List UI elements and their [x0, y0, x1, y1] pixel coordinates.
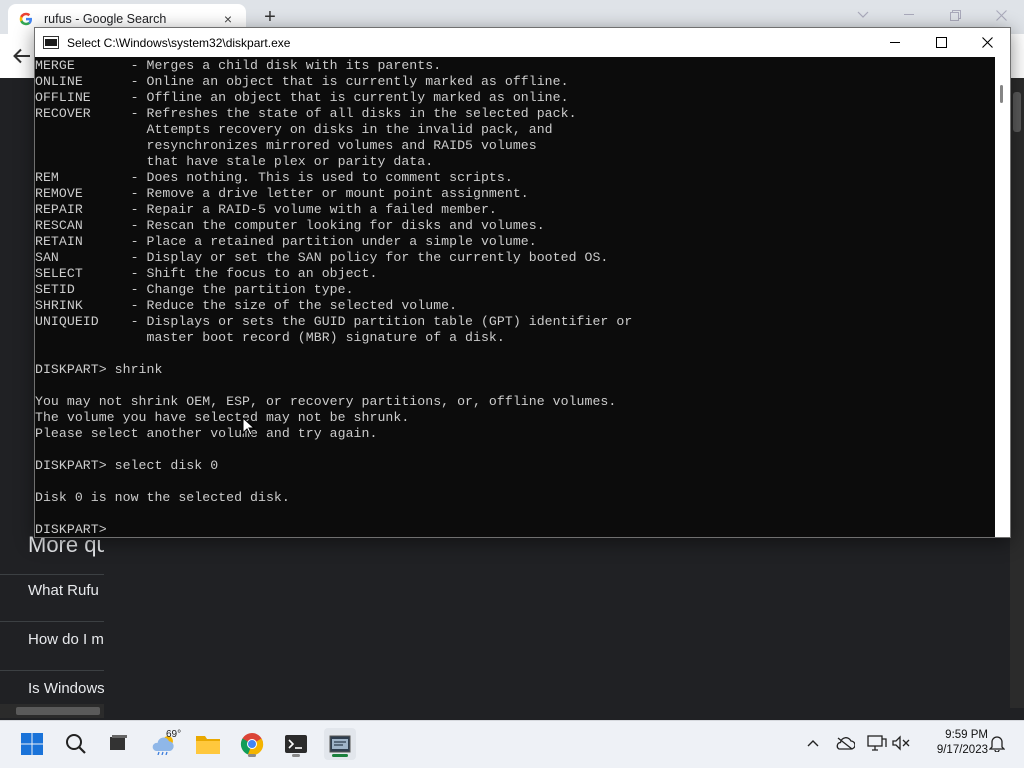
console-vertical-scrollbar[interactable] [995, 57, 1010, 537]
console-line: MERGE - Merges a child disk with its par… [35, 58, 442, 73]
windows-start-icon[interactable] [16, 728, 48, 760]
console-titlebar[interactable]: Select C:\Windows\system32\diskpart.exe [35, 28, 1010, 57]
running-indicator [292, 754, 300, 757]
console-line: RECOVER - Refreshes the state of all dis… [35, 106, 577, 121]
chevron-up-icon[interactable] [802, 732, 824, 754]
console-line: SETID - Change the partition type. [35, 282, 354, 297]
console-line: DISKPART> shrink [35, 362, 163, 377]
browser-minimize-icon[interactable] [886, 0, 932, 30]
console-line: SHRINK - Reduce the size of the selected… [35, 298, 458, 313]
chrome-icon[interactable] [236, 728, 268, 760]
faq-question-3[interactable]: Is Windows [28, 680, 104, 697]
console-line: SELECT - Shift the focus to an object. [35, 266, 378, 281]
diskpart-console-window[interactable]: Select C:\Windows\system32\diskpart.exe … [34, 27, 1011, 538]
active-window-indicator [332, 754, 348, 757]
console-line: resynchronizes mirrored volumes and RAID… [35, 138, 537, 153]
tab-search-chevron-icon[interactable] [840, 0, 886, 30]
notification-bell-icon[interactable] [986, 732, 1008, 754]
browser-vertical-scrollbar[interactable] [1010, 78, 1024, 708]
console-close-icon[interactable] [964, 28, 1010, 57]
weather-temperature: 69° [166, 729, 182, 740]
console-line: SAN - Display or set the SAN policy for … [35, 250, 609, 265]
back-arrow-icon[interactable] [10, 44, 34, 68]
browser-tab-title: rufus - Google Search [44, 12, 167, 26]
console-line: DISKPART> select disk 0 [35, 458, 219, 473]
divider [0, 670, 104, 671]
system-clock[interactable]: 9:59 PM 9/17/2023 [918, 728, 988, 758]
browser-restore-icon[interactable] [932, 0, 978, 30]
console-maximize-icon[interactable] [918, 28, 964, 57]
clock-time: 9:59 PM [945, 729, 988, 741]
console-line: Please select another volume and try aga… [35, 426, 378, 441]
onedrive-icon[interactable] [834, 732, 856, 754]
console-line: OFFLINE - Offline an object that is curr… [35, 90, 569, 105]
console-line: UNIQUEID - Displays or sets the GUID par… [35, 314, 633, 329]
console-prompt-line[interactable]: DISKPART> [35, 522, 995, 537]
search-icon[interactable] [60, 728, 92, 760]
diskpart-taskbar-icon[interactable] [324, 728, 356, 760]
console-line: master boot record (MBR) signature of a … [35, 330, 505, 345]
console-line: ONLINE - Online an object that is curren… [35, 74, 569, 89]
console-minimize-icon[interactable] [872, 28, 918, 57]
console-line: that have stale plex or parity data. [35, 154, 434, 169]
console-app-icon [43, 36, 59, 49]
running-indicator [248, 754, 256, 757]
terminal-icon[interactable] [280, 728, 312, 760]
google-icon [18, 11, 34, 27]
close-tab-icon[interactable]: × [220, 11, 236, 27]
console-line: Attempts recovery on disks in the invali… [35, 122, 553, 137]
console-window-title: Select C:\Windows\system32\diskpart.exe [67, 35, 291, 50]
task-view-icon[interactable] [102, 728, 134, 760]
console-line: RESCAN - Rescan the computer looking for… [35, 218, 545, 233]
console-line: Disk 0 is now the selected disk. [35, 490, 290, 505]
browser-close-icon[interactable] [978, 0, 1024, 30]
scrollbar-thumb[interactable] [16, 707, 100, 715]
browser-horizontal-scrollbar[interactable] [0, 704, 104, 718]
faq-question-1[interactable]: What Rufu [28, 582, 104, 599]
console-output[interactable]: MERGE - Merges a child disk with its par… [35, 57, 995, 537]
mouse-pointer-icon [242, 416, 256, 437]
network-icon[interactable] [866, 732, 888, 754]
new-tab-button[interactable]: + [258, 5, 282, 29]
console-line: You may not shrink OEM, ESP, or recovery… [35, 394, 617, 409]
browser-window-controls [840, 0, 1024, 30]
file-explorer-icon[interactable] [192, 728, 224, 760]
divider [0, 621, 104, 622]
faq-question-2[interactable]: How do I m [28, 631, 104, 648]
console-line: The volume you have selected may not be … [35, 410, 410, 425]
clock-date: 9/17/2023 [936, 744, 988, 756]
console-line: REPAIR - Repair a RAID-5 volume with a f… [35, 202, 497, 217]
console-line: REM - Does nothing. This is used to comm… [35, 170, 513, 185]
scrollbar-thumb[interactable] [1000, 85, 1003, 103]
divider [0, 574, 104, 575]
console-line: REMOVE - Remove a drive letter or mount … [35, 186, 529, 201]
console-line: RETAIN - Place a retained partition unde… [35, 234, 537, 249]
scrollbar-thumb[interactable] [1013, 92, 1021, 132]
volume-muted-icon[interactable] [890, 732, 912, 754]
